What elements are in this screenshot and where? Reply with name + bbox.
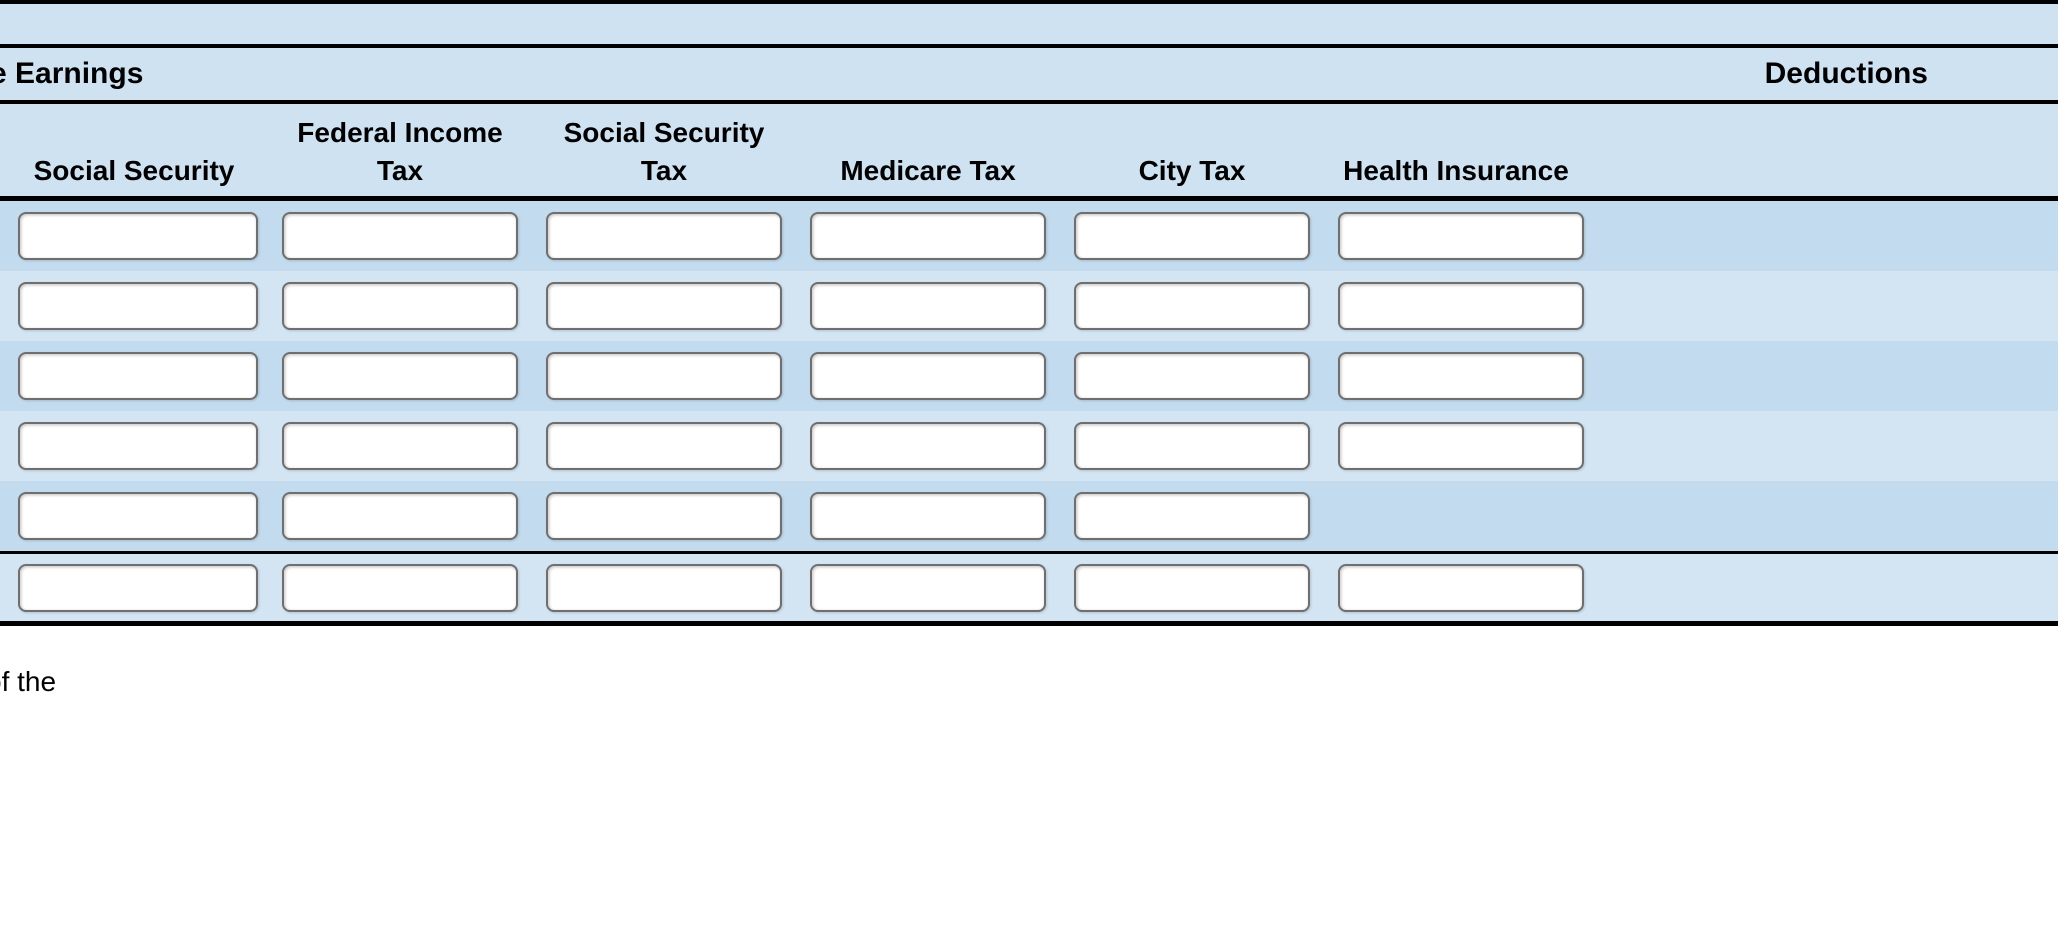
medicare-tax-input[interactable]: [810, 492, 1046, 540]
federal-income-tax-input[interactable]: [282, 352, 518, 400]
table-row: [0, 481, 2058, 551]
table-row-totals: [0, 551, 2058, 621]
social-security-input[interactable]: [18, 282, 258, 330]
data-rows: [0, 201, 2058, 626]
earnings-section-label: e Earnings: [0, 57, 143, 91]
health-insurance-input[interactable]: [1338, 422, 1584, 470]
title-bar: Register for Period Ended: [0, 0, 2058, 48]
col-header-social-security: Social Security: [0, 114, 268, 190]
federal-income-tax-input[interactable]: [282, 422, 518, 470]
medicare-tax-input[interactable]: [810, 282, 1046, 330]
social-security-input[interactable]: [18, 422, 258, 470]
social-security-input[interactable]: [18, 352, 258, 400]
column-header-row: Social Security Federal Income Tax Socia…: [0, 104, 2058, 201]
table-row: [0, 201, 2058, 271]
city-tax-input[interactable]: [1074, 492, 1310, 540]
section-header-row: e Earnings Deductions: [0, 48, 2058, 104]
city-tax-input[interactable]: [1074, 564, 1310, 612]
col-header-city-tax: City Tax: [1060, 114, 1324, 190]
city-tax-input[interactable]: [1074, 352, 1310, 400]
health-insurance-input[interactable]: [1338, 564, 1584, 612]
medicare-tax-input[interactable]: [810, 352, 1046, 400]
medicare-tax-input[interactable]: [810, 212, 1046, 260]
federal-income-tax-input[interactable]: [282, 212, 518, 260]
col-header-federal-income-tax: Federal Income Tax: [268, 114, 532, 190]
health-insurance-input[interactable]: [1338, 212, 1584, 260]
social-security-tax-input[interactable]: [546, 422, 782, 470]
col-header-medicare-tax: Medicare Tax: [796, 114, 1060, 190]
social-security-tax-input[interactable]: [546, 212, 782, 260]
social-security-input[interactable]: [18, 492, 258, 540]
social-security-input[interactable]: [18, 212, 258, 260]
table-row: [0, 341, 2058, 411]
footer-text-fragment: of the: [0, 626, 2058, 698]
col-header-social-security-tax: Social Security Tax: [532, 114, 796, 190]
city-tax-input[interactable]: [1074, 282, 1310, 330]
table-row: [0, 411, 2058, 481]
social-security-input[interactable]: [18, 564, 258, 612]
medicare-tax-input[interactable]: [810, 422, 1046, 470]
medicare-tax-input[interactable]: [810, 564, 1046, 612]
health-insurance-input[interactable]: [1338, 352, 1584, 400]
federal-income-tax-input[interactable]: [282, 282, 518, 330]
social-security-tax-input[interactable]: [546, 564, 782, 612]
deductions-section-label: Deductions: [1765, 57, 2058, 91]
health-insurance-input[interactable]: [1338, 282, 1584, 330]
payroll-register-page: Register for Period Ended e Earnings Ded…: [0, 0, 2058, 698]
city-tax-input[interactable]: [1074, 212, 1310, 260]
federal-income-tax-input[interactable]: [282, 492, 518, 540]
federal-income-tax-input[interactable]: [282, 564, 518, 612]
city-tax-input[interactable]: [1074, 422, 1310, 470]
table-row: [0, 271, 2058, 341]
social-security-tax-input[interactable]: [546, 352, 782, 400]
social-security-tax-input[interactable]: [546, 492, 782, 540]
col-header-health-insurance: Health Insurance: [1324, 114, 1588, 190]
social-security-tax-input[interactable]: [546, 282, 782, 330]
